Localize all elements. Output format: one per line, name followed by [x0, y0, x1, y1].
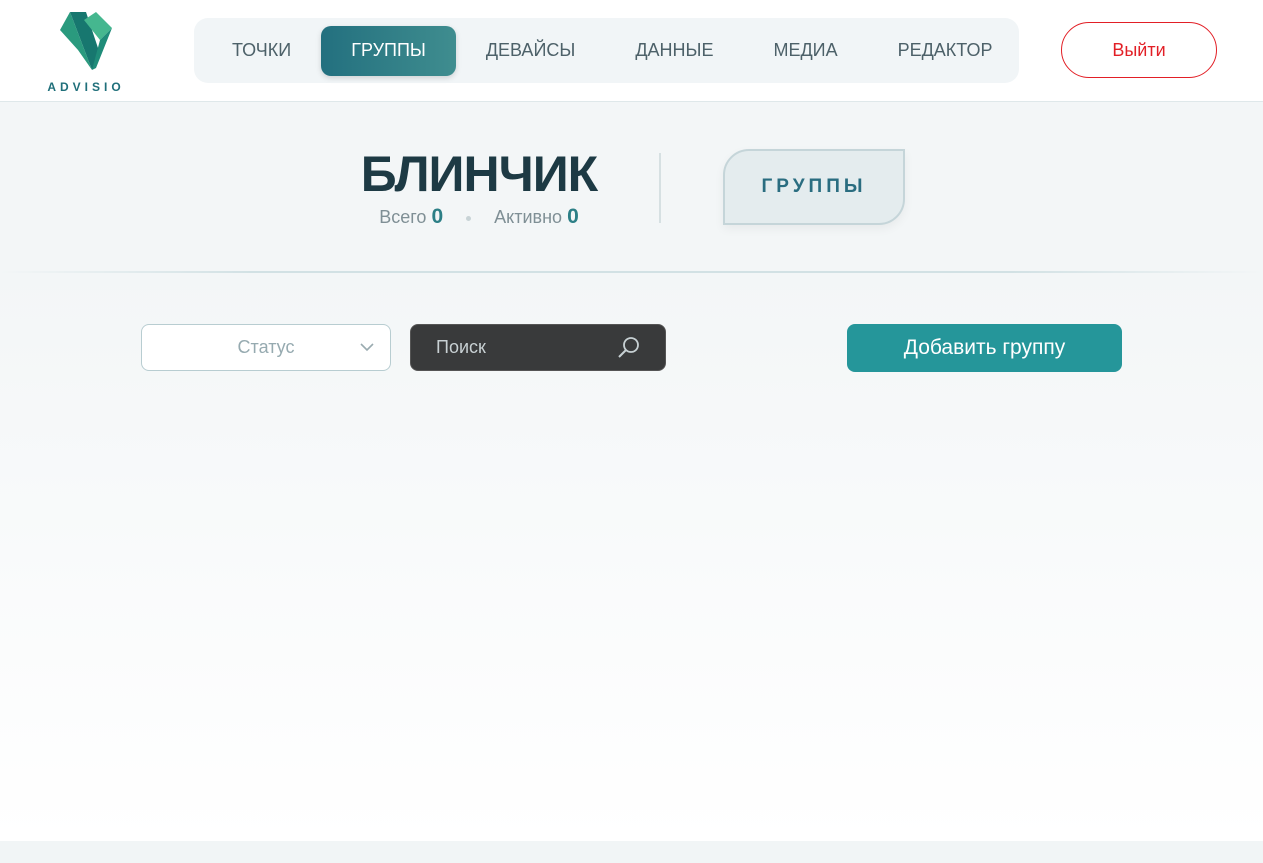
group-counts: Всего 0 Активно 0	[300, 205, 658, 229]
hero-divider-line	[0, 271, 1263, 273]
nav-item-devices[interactable]: ДЕВАЙСЫ	[456, 26, 605, 76]
status-select-label: Статус	[237, 337, 295, 357]
total-label: Всего	[379, 207, 427, 227]
separator-dot	[466, 215, 472, 221]
status-select[interactable]: Статус	[141, 324, 391, 371]
logout-button[interactable]: Выйти	[1061, 22, 1217, 78]
hero-divider	[659, 153, 661, 223]
chevron-down-icon	[360, 343, 374, 352]
search-icon[interactable]	[617, 336, 641, 360]
main-nav: ТОЧКИ ГРУППЫ ДЕВАЙСЫ ДАННЫЕ МЕДИА РЕДАКТ…	[194, 18, 1019, 83]
top-header: ADVISIO ТОЧКИ ГРУППЫ ДЕВАЙСЫ ДАННЫЕ МЕДИ…	[0, 0, 1263, 102]
logo-text: ADVISIO	[47, 80, 125, 94]
main-content: Статус Добавить группу	[0, 274, 1263, 841]
search-box	[410, 324, 666, 371]
total-count: 0	[431, 205, 444, 228]
footer-strip	[0, 841, 1263, 863]
nav-item-points[interactable]: ТОЧКИ	[202, 26, 321, 76]
nav-item-editor[interactable]: РЕДАКТОР	[868, 26, 1023, 76]
page-title: БЛИНЧИК	[360, 146, 598, 202]
active-label: Активно	[494, 207, 563, 227]
nav-item-media[interactable]: МЕДИА	[743, 26, 867, 76]
add-group-button[interactable]: Добавить группу	[847, 324, 1122, 372]
nav-item-data[interactable]: ДАННЫЕ	[605, 26, 743, 76]
section-badge: ГРУППЫ	[723, 149, 905, 225]
page-hero: БЛИНЧИК Всего 0 Активно 0 ГРУППЫ	[0, 103, 1263, 273]
search-input[interactable]	[411, 325, 611, 370]
brand-logo[interactable]: ADVISIO	[46, 10, 126, 94]
nav-item-groups[interactable]: ГРУППЫ	[321, 25, 456, 76]
active-count: 0	[567, 205, 579, 228]
advisio-logo-icon	[60, 12, 112, 70]
